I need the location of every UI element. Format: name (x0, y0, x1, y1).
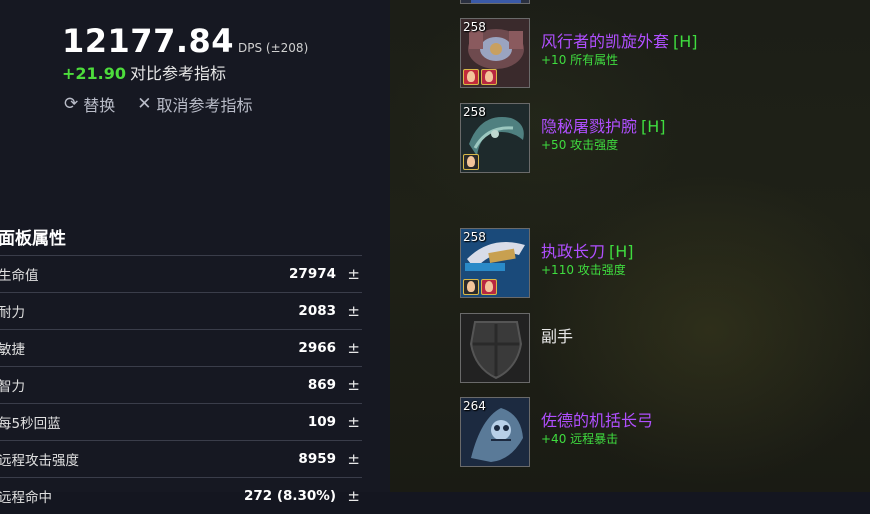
diff-label: 对比参考指标 (130, 64, 227, 83)
dps-unit: DPS (±208) (238, 41, 309, 55)
item-enchant: +110 攻击强度 (541, 263, 626, 277)
equipment-slot-wrist[interactable]: 258 隐秘屠戮护腕 [H] +50 攻击强度 (460, 103, 860, 175)
ranged-item-icon[interactable]: 264 (460, 397, 530, 467)
stat-value: 109 (307, 414, 336, 430)
stat-name: 远程攻击强度 (0, 453, 79, 469)
cancel-reference-label: 取消参考指标 (156, 96, 253, 115)
gem-icon[interactable] (463, 154, 479, 170)
chest-item-icon[interactable]: 258 (460, 18, 530, 88)
stat-name: 敏捷 (0, 342, 25, 358)
item-level: 258 (463, 20, 486, 34)
stat-row: 敏捷 2966 ± (0, 329, 362, 366)
item-name-text: 风行者的凯旋外套 (541, 32, 670, 51)
stat-row: 远程命中 272 (8.30%) ± (0, 477, 362, 514)
item-tag: [H] (609, 242, 634, 261)
summary-actions: ⟳ 替换 ✕ 取消参考指标 (64, 92, 253, 116)
left-panel: 12177.84 DPS (±208) +21.90 对比参考指标 ⟳ 替换 ✕ 取… (0, 0, 390, 506)
item-name[interactable]: 风行者的凯旋外套 [H] (541, 28, 698, 52)
item-name-text: 佐德的机括长弓 (541, 411, 654, 430)
stat-name: 每5秒回蓝 (0, 416, 61, 432)
close-icon: ✕ (137, 94, 152, 114)
stat-row: 远程攻击强度 8959 ± (0, 440, 362, 477)
partial-item-icon[interactable] (460, 0, 530, 4)
item-name[interactable]: 隐秘屠戮护腕 [H] (541, 113, 666, 137)
stat-name: 远程命中 (0, 490, 52, 506)
item-level: 258 (463, 105, 486, 119)
main-hand-item-icon[interactable]: 258 (460, 228, 530, 298)
equipment-slot-chest[interactable]: 258 风行者的凯旋外套 [H] +10 所有属性 (460, 18, 860, 90)
diff-value: +21.90 (62, 64, 127, 83)
item-tag: [H] (673, 32, 698, 51)
gem-icon[interactable] (481, 69, 497, 85)
stat-adjust-button[interactable]: ± (347, 265, 360, 283)
item-name[interactable]: 佐德的机括长弓 (541, 407, 653, 431)
stat-value: 8959 (298, 451, 336, 467)
gem-icon[interactable] (463, 69, 479, 85)
equipment-slot-main-hand[interactable]: 258 执政长刀 [H] +110 攻击强度 (460, 228, 860, 300)
stat-name: 智力 (0, 379, 25, 395)
replace-button[interactable]: ⟳ 替换 (64, 92, 115, 116)
stat-adjust-button[interactable]: ± (347, 450, 360, 468)
refresh-icon: ⟳ (64, 94, 79, 114)
stat-value: 869 (307, 377, 336, 393)
gem-icon[interactable] (481, 279, 497, 295)
item-enchant: +40 远程暴击 (541, 432, 619, 446)
wrist-item-icon[interactable]: 258 (460, 103, 530, 173)
stat-value: 272 (8.30%) (243, 488, 336, 504)
item-tag: [H] (641, 117, 666, 136)
stat-value: 27974 (289, 266, 336, 282)
stat-row: 每5秒回蓝 109 ± (0, 403, 362, 440)
item-name-text: 隐秘屠戮护腕 (541, 117, 638, 136)
stat-adjust-button[interactable]: ± (347, 376, 360, 394)
stat-adjust-button[interactable]: ± (347, 339, 360, 357)
item-enchant: +10 所有属性 (541, 53, 619, 67)
stat-name: 生命值 (0, 268, 39, 284)
replace-label: 替换 (83, 96, 116, 115)
stat-value: 2083 (298, 303, 336, 319)
cancel-reference-button[interactable]: ✕ 取消参考指标 (137, 92, 252, 116)
stat-row: 生命值 27974 ± (0, 255, 362, 292)
stat-adjust-button[interactable]: ± (347, 302, 360, 320)
off-hand-empty-icon[interactable] (460, 313, 530, 383)
item-level: 264 (463, 399, 486, 413)
dps-summary: 12177.84 DPS (±208) (62, 22, 308, 60)
stat-name: 耐力 (0, 305, 25, 321)
equipment-slot-off-hand[interactable]: 副手 (460, 313, 860, 385)
item-name[interactable]: 执政长刀 [H] (541, 238, 634, 262)
stat-adjust-button[interactable]: ± (347, 413, 360, 431)
stat-row: 耐力 2083 ± (0, 292, 362, 329)
stat-row: 智力 869 ± (0, 366, 362, 403)
slot-name: 副手 (541, 327, 574, 346)
dps-diff: +21.90 对比参考指标 (62, 60, 226, 84)
stat-adjust-button[interactable]: ± (347, 487, 360, 505)
stats-table: 生命值 27974 ± 耐力 2083 ± 敏捷 2966 ± 智力 869 ±… (0, 255, 362, 514)
item-enchant: +50 攻击强度 (541, 138, 619, 152)
stat-value: 2966 (298, 340, 336, 356)
item-level: 258 (463, 230, 486, 244)
stats-title: 面板属性 (0, 229, 66, 249)
equipment-slot-partial[interactable] (460, 0, 860, 6)
dps-value: 12177.84 (62, 22, 235, 60)
gem-icon[interactable] (463, 279, 479, 295)
equipment-slot-ranged[interactable]: 264 佐德的机括长弓 +40 远程暴击 (460, 397, 860, 469)
item-name-text: 执政长刀 (541, 242, 606, 261)
